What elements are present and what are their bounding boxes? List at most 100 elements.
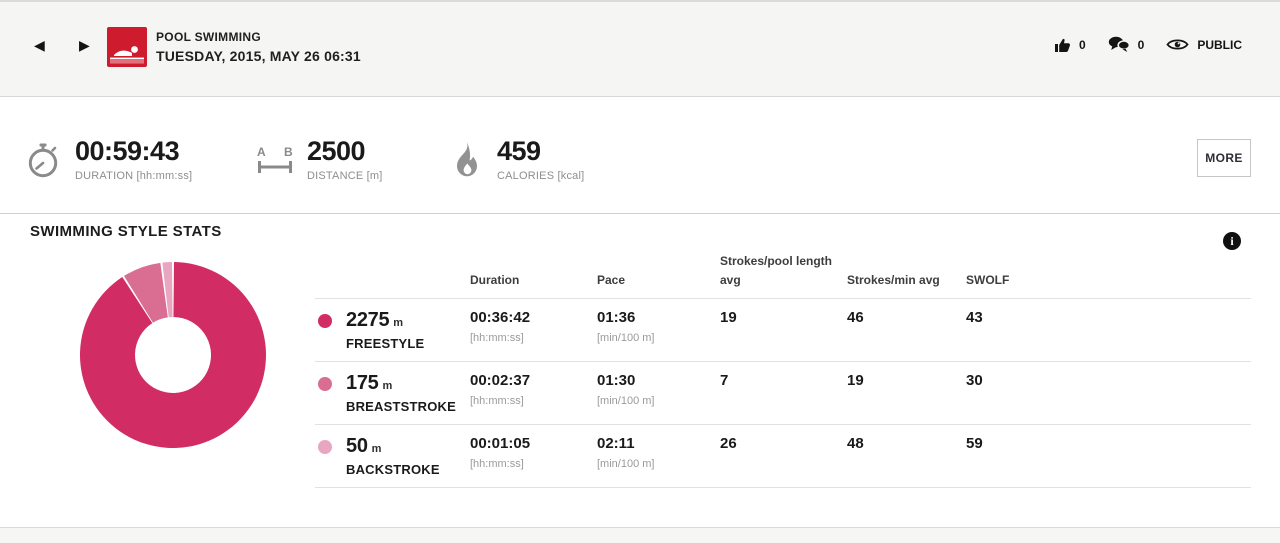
pace-value: 01:36: [597, 309, 720, 326]
pace-unit: [min/100 m]: [597, 395, 720, 407]
eye-icon: [1166, 37, 1189, 52]
activity-title-block: POOL SWIMMING TUESDAY, 2015, MAY 26 06:3…: [156, 30, 361, 64]
svg-text:B: B: [284, 145, 293, 159]
strokes-pool-value: 7: [720, 372, 847, 389]
strokes-pool-value: 19: [720, 309, 847, 326]
stroke-color-dot: [318, 377, 332, 391]
duration-label: DURATION [hh:mm:ss]: [75, 170, 192, 182]
distance-icon: A B: [256, 143, 294, 177]
stroke-name: FREESTYLE: [346, 336, 470, 351]
section-title: SWIMMING STYLE STATS: [30, 223, 222, 240]
duration-unit: [hh:mm:ss]: [470, 458, 597, 470]
strokes-pool-cell: 7: [720, 372, 847, 424]
activity-date: TUESDAY, 2015, MAY 26 06:31: [156, 48, 361, 64]
svg-text:A: A: [257, 145, 266, 159]
swim-style-donut-chart: [78, 260, 268, 450]
strokes-min-cell: 46: [847, 309, 966, 361]
calories-value: 459: [497, 138, 584, 165]
duration-unit: [hh:mm:ss]: [470, 395, 597, 407]
strokes-pool-cell: 19: [720, 309, 847, 361]
activity-header: ◀ ▶ POOL SWIMMING TUESDAY, 2015, MAY 26 …: [0, 0, 1280, 97]
strokes-min-value: 19: [847, 372, 966, 389]
strokes-min-cell: 19: [847, 372, 966, 424]
visibility-toggle[interactable]: PUBLIC: [1166, 37, 1242, 52]
stroke-distance: 2275: [346, 309, 389, 331]
header-pace: Pace: [597, 271, 720, 290]
stroke-name: BREASTSTROKE: [346, 399, 470, 414]
pace-cell: 01:30 [min/100 m]: [597, 372, 720, 424]
stroke-color-dot: [318, 314, 332, 328]
stroke-distance-unit: m: [393, 317, 403, 329]
flame-icon: [450, 140, 484, 180]
strokes-min-cell: 48: [847, 435, 966, 487]
swim-style-table: Duration Pace Strokes/pool length avg St…: [315, 252, 1251, 488]
swolf-value: 30: [966, 372, 1251, 389]
calories-label: CALORIES [kcal]: [497, 170, 584, 182]
swolf-cell: 43: [966, 309, 1251, 361]
duration-value: 00:59:43: [75, 138, 192, 165]
page-bottom-strip: [0, 527, 1280, 543]
stroke-distance-unit: m: [372, 443, 382, 455]
summary-stats-band: 00:59:43 DURATION [hh:mm:ss] A B 2500 DI…: [0, 100, 1280, 214]
swolf-cell: 30: [966, 372, 1251, 424]
likes-count: 0: [1079, 38, 1086, 52]
distance-label: DISTANCE [m]: [307, 170, 383, 182]
duration-cell: 00:02:37 [hh:mm:ss]: [470, 372, 597, 424]
stroke-cell: 2275 m FREESTYLE: [315, 309, 470, 361]
comments-counter[interactable]: 0: [1108, 36, 1145, 53]
strokes-min-value: 48: [847, 435, 966, 452]
stroke-color-dot: [318, 440, 332, 454]
pace-cell: 01:36 [min/100 m]: [597, 309, 720, 361]
table-row: 50 m BACKSTROKE00:01:05 [hh:mm:ss]02:11 [min…: [315, 425, 1251, 488]
stroke-distance: 50: [346, 435, 368, 457]
duration-value: 00:36:42: [470, 309, 597, 326]
table-header-row: Duration Pace Strokes/pool length avg St…: [315, 252, 1251, 299]
donut-segment-freestyle: [80, 262, 266, 448]
header-duration: Duration: [470, 271, 597, 290]
strokes-pool-cell: 26: [720, 435, 847, 487]
duration-cell: 00:36:42 [hh:mm:ss]: [470, 309, 597, 361]
swolf-value: 43: [966, 309, 1251, 326]
comments-icon: [1108, 36, 1130, 53]
stroke-distance: 175: [346, 372, 378, 394]
table-row: 175 m BREASTSTROKE00:02:37 [hh:mm:ss]01:30 […: [315, 362, 1251, 425]
more-button[interactable]: MORE: [1197, 139, 1251, 177]
duration-stat: 00:59:43 DURATION [hh:mm:ss]: [24, 138, 192, 182]
pace-value: 01:30: [597, 372, 720, 389]
duration-cell: 00:01:05 [hh:mm:ss]: [470, 435, 597, 487]
stopwatch-icon: [24, 141, 62, 179]
strokes-pool-value: 26: [720, 435, 847, 452]
duration-unit: [hh:mm:ss]: [470, 332, 597, 344]
table-row: 2275 m FREESTYLE00:36:42 [hh:mm:ss]01:36 [mi…: [315, 299, 1251, 362]
stroke-cell: 175 m BREASTSTROKE: [315, 372, 470, 424]
visibility-label: PUBLIC: [1197, 38, 1242, 52]
likes-counter[interactable]: 0: [1054, 36, 1086, 53]
stroke-name: BACKSTROKE: [346, 462, 470, 477]
stroke-cell: 50 m BACKSTROKE: [315, 435, 470, 487]
header-strokes-min: Strokes/min avg: [847, 271, 966, 290]
comments-count: 0: [1138, 38, 1145, 52]
pace-unit: [min/100 m]: [597, 332, 720, 344]
distance-value: 2500: [307, 138, 383, 165]
duration-value: 00:02:37: [470, 372, 597, 389]
pace-unit: [min/100 m]: [597, 458, 720, 470]
header-swolf: SWOLF: [966, 271, 1251, 290]
next-move-button[interactable]: ▶: [79, 39, 90, 53]
swolf-cell: 59: [966, 435, 1251, 487]
info-icon[interactable]: i: [1223, 232, 1241, 250]
header-strokes-pool: Strokes/pool length avg: [720, 252, 847, 289]
header-social-actions: 0 0 PUBLIC: [1054, 36, 1242, 53]
strokes-min-value: 46: [847, 309, 966, 326]
thumbs-up-icon: [1054, 36, 1071, 53]
style-table-rows: 2275mFREESTYLE00:36:42[hh:mm:ss]01:36[mi…: [315, 299, 1251, 488]
pace-value: 02:11: [597, 435, 720, 452]
pool-swimming-icon: [107, 27, 147, 67]
swolf-value: 59: [966, 435, 1251, 452]
pace-cell: 02:11 [min/100 m]: [597, 435, 720, 487]
activity-title: POOL SWIMMING: [156, 30, 361, 44]
duration-value: 00:01:05: [470, 435, 597, 452]
stroke-distance-unit: m: [382, 380, 392, 392]
calories-stat: 459 CALORIES [kcal]: [450, 138, 584, 182]
previous-move-button[interactable]: ◀: [34, 39, 45, 53]
distance-stat: A B 2500 DISTANCE [m]: [256, 138, 383, 182]
